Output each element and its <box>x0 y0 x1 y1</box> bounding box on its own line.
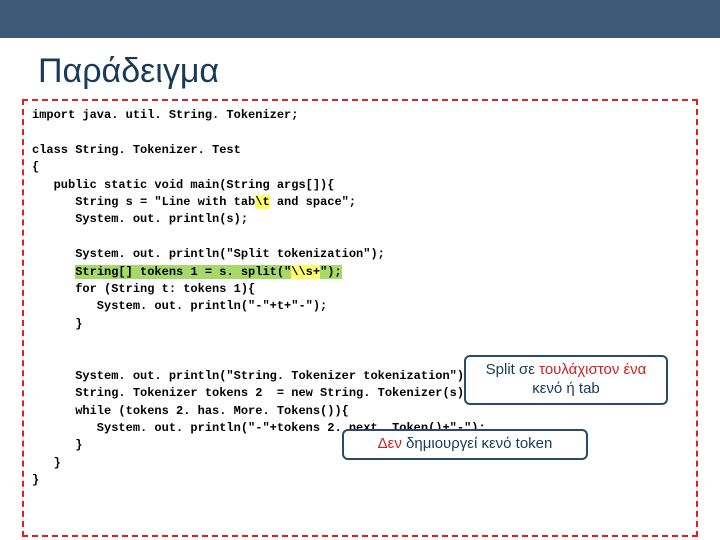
callout-split-red: τουλάχιστον ένα <box>539 361 646 378</box>
escape-tab-highlight: \t <box>255 195 269 209</box>
line-8a <box>32 265 75 279</box>
line-17: } <box>32 456 61 470</box>
line-3: { <box>32 160 39 174</box>
line-4: public static void main(String args[]){ <box>32 178 334 192</box>
line-14: while (tokens 2. has. More. Tokens()){ <box>32 404 349 418</box>
callout-split: Split σε τουλάχιστον ένα κενό ή tab <box>464 355 668 405</box>
callout-no-empty-post: δημιουργεί κενό token <box>402 435 553 452</box>
line-13: String. Tokenizer tokens 2 = new String.… <box>32 386 471 400</box>
line-11: } <box>32 317 82 331</box>
line-5c: and space"; <box>270 195 356 209</box>
callout-no-empty: Δεν δημιουργεί κενό token <box>342 429 588 460</box>
header-bar <box>0 0 720 38</box>
code-container: import java. util. String. Tokenizer; cl… <box>22 99 698 537</box>
callout-no-empty-red: Δεν <box>378 435 402 452</box>
line-9: for (String t: tokens 1){ <box>32 282 255 296</box>
regex-highlight: \\s+ <box>291 265 320 279</box>
line-12: System. out. println("String. Tokenizer … <box>32 369 471 383</box>
line-16: } <box>32 438 82 452</box>
callout-split-post: κενό ή tab <box>532 380 600 397</box>
line-18: } <box>32 473 39 487</box>
line-1: import java. util. String. Tokenizer; <box>32 108 298 122</box>
line-10: System. out. println("-"+t+"-"); <box>32 299 327 313</box>
split-highlight-b: "); <box>320 265 342 279</box>
slide-title: Παράδειγμα <box>38 52 720 91</box>
line-5a: String s = "Line with tab <box>32 195 255 209</box>
callout-split-pre: Split σε <box>486 361 539 378</box>
line-2: class String. Tokenizer. Test <box>32 143 241 157</box>
split-highlight-a: String[] tokens 1 = s. split(" <box>75 265 291 279</box>
line-7: System. out. println("Split tokenization… <box>32 247 385 261</box>
line-6: System. out. println(s); <box>32 212 248 226</box>
